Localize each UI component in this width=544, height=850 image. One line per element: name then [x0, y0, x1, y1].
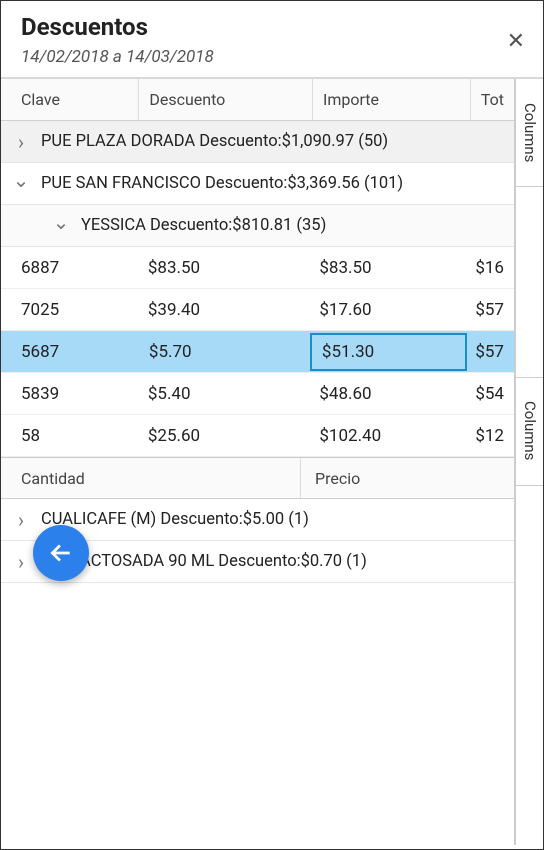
group-label: DESLACTOSADA 90 ML Descuento:$0.70 (1)	[41, 552, 514, 571]
group-plaza-dorada[interactable]: PUE PLAZA DORADA Descuento:$1,090.97 (50…	[1, 121, 514, 163]
cell-importe-focused[interactable]: $51.30	[310, 333, 467, 371]
cell-descuento: $5.70	[139, 342, 312, 362]
group-san-francisco[interactable]: PUE SAN FRANCISCO Descuento:$3,369.56 (1…	[1, 163, 514, 205]
side-blank	[515, 486, 543, 845]
columns-tab-bottom[interactable]: Columns	[515, 378, 543, 486]
side-blank	[515, 187, 543, 378]
table-row-selected[interactable]: 5687 $5.70 $51.30 $57	[1, 331, 514, 373]
header-bar: Descuentos 14/02/2018 a 14/03/2018	[1, 1, 543, 79]
main-panel: Clave Descuento Importe Tot PUE PLAZA DO…	[1, 79, 515, 845]
table-row[interactable]: 58 $25.60 $102.40 $12	[1, 415, 514, 457]
page-title: Descuentos	[21, 13, 523, 41]
cell-total: $57	[465, 342, 514, 362]
cell-descuento: $39.40	[138, 300, 310, 320]
cell-clave: 7025	[1, 300, 138, 320]
subgroup-yessica[interactable]: YESSICA Descuento:$810.81 (35)	[1, 205, 514, 247]
cell-total: $12	[465, 426, 514, 446]
col-clave[interactable]: Clave	[1, 79, 139, 120]
columns-tab-top[interactable]: Columns	[515, 79, 543, 187]
col-importe[interactable]: Importe	[313, 79, 471, 120]
cell-importe: $48.60	[309, 384, 465, 404]
date-range: 14/02/2018 a 14/03/2018	[21, 47, 523, 67]
cell-total: $16	[465, 258, 514, 278]
group-label: PUE PLAZA DORADA Descuento:$1,090.97 (50…	[41, 132, 514, 151]
cell-clave: 6887	[1, 258, 138, 278]
cell-total: $54	[465, 384, 514, 404]
cell-importe: $83.50	[309, 258, 465, 278]
side-tabs: Columns Columns	[515, 79, 543, 845]
table-row[interactable]: 5839 $5.40 $48.60 $54	[1, 373, 514, 415]
cell-clave: 58	[1, 426, 138, 446]
group-label: YESSICA Descuento:$810.81 (35)	[81, 216, 514, 235]
table-row[interactable]: 7025 $39.40 $17.60 $57	[1, 289, 514, 331]
chevron-down-icon	[1, 214, 81, 238]
table-row[interactable]: 6887 $83.50 $83.50 $16	[1, 247, 514, 289]
cell-importe: $102.40	[309, 426, 465, 446]
col-descuento[interactable]: Descuento	[139, 79, 313, 120]
col-precio[interactable]: Precio	[301, 469, 514, 488]
cell-total: $57	[465, 300, 514, 320]
chevron-right-icon	[1, 508, 41, 532]
cell-descuento: $25.60	[138, 426, 310, 446]
cell-descuento: $83.50	[138, 258, 310, 278]
group-label: PUE SAN FRANCISCO Descuento:$3,369.56 (1…	[41, 174, 514, 193]
chevron-down-icon	[1, 172, 41, 196]
cell-descuento: $5.40	[138, 384, 310, 404]
col-total[interactable]: Tot	[471, 79, 514, 120]
table-header-top: Clave Descuento Importe Tot	[1, 79, 514, 121]
close-icon[interactable]	[507, 29, 525, 54]
table-header-bottom: Cantidad Precio	[1, 457, 514, 499]
chevron-right-icon	[1, 130, 41, 154]
arrow-left-icon	[48, 540, 74, 566]
col-cantidad[interactable]: Cantidad	[1, 458, 301, 498]
back-fab-button[interactable]	[33, 525, 89, 581]
cell-importe: $17.60	[309, 300, 465, 320]
cell-clave: 5687	[1, 342, 139, 362]
group-label: CUALICAFE (M) Descuento:$5.00 (1)	[41, 510, 514, 529]
cell-clave: 5839	[1, 384, 138, 404]
